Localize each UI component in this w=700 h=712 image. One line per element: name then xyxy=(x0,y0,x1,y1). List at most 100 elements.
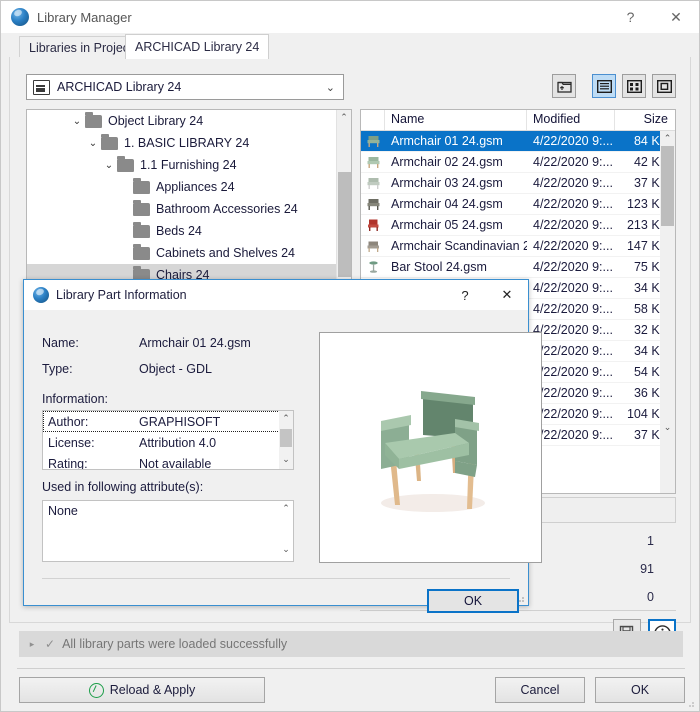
scroll-down-icon[interactable]: ⌄ xyxy=(279,452,293,467)
close-icon[interactable]: ✕ xyxy=(653,1,699,33)
armchair-icon xyxy=(361,176,385,190)
help-icon[interactable]: ? xyxy=(444,280,486,310)
scrollbar-thumb[interactable] xyxy=(661,146,674,226)
scrollbar-thumb[interactable] xyxy=(280,429,292,447)
library-counts: 1 91 0 xyxy=(534,527,654,611)
tree-item-appliances-24[interactable]: Appliances 24 xyxy=(27,176,351,198)
scroll-up-icon[interactable]: ⌃ xyxy=(660,131,675,146)
cancel-button[interactable]: Cancel xyxy=(495,677,585,703)
expand-arrow-icon[interactable]: ▸ xyxy=(19,639,45,650)
reload-label: Reload & Apply xyxy=(109,683,196,697)
tab-label: Libraries in Project xyxy=(29,40,133,55)
folder-icon xyxy=(133,221,150,238)
row-modified: 4/22/2020 9:... xyxy=(533,197,613,211)
tab-libraries-in-project[interactable]: Libraries in Project xyxy=(19,36,143,58)
count-value: 91 xyxy=(640,562,654,576)
row-name: Armchair Scandinavian 24.gsm xyxy=(391,239,527,253)
scroll-up-icon[interactable]: ⌃ xyxy=(279,411,293,426)
name-value: Armchair 01 24.gsm xyxy=(139,336,251,350)
column-modified[interactable]: Modified xyxy=(527,110,615,130)
footer-divider xyxy=(17,668,685,669)
table-row[interactable]: Armchair 05 24.gsm 4/22/2020 9:... 213 K… xyxy=(361,215,675,236)
large-icon-view-icon[interactable] xyxy=(652,74,676,98)
type-value: Object - GDL xyxy=(139,362,212,376)
armchair-icon xyxy=(361,155,385,169)
tree-items: ⌄ Object Library 24 ⌄ 1. BASIC LIBRARY 2… xyxy=(27,110,351,286)
list-item[interactable]: License: Attribution 4.0 xyxy=(43,432,293,453)
information-list[interactable]: Author: GRAPHISOFT License: Attribution … xyxy=(42,410,294,470)
table-row[interactable]: Armchair 01 24.gsm 4/22/2020 9:... 84 KB xyxy=(361,131,675,152)
table-row[interactable]: Armchair 02 24.gsm 4/22/2020 9:... 42 KB xyxy=(361,152,675,173)
view-toolbar xyxy=(552,74,676,98)
column-size[interactable]: Size xyxy=(615,110,675,130)
twisty-icon[interactable]: ⌄ xyxy=(69,116,85,127)
tab-archicad-library-24[interactable]: ARCHICAD Library 24 xyxy=(125,34,270,59)
information-scrollbar[interactable]: ⌃ ⌄ xyxy=(279,411,293,469)
count-value: 0 xyxy=(647,590,654,604)
tree-item-object-library-24[interactable]: ⌄ Object Library 24 xyxy=(27,110,351,132)
tree-item-bathroom-accessories-24[interactable]: Bathroom Accessories 24 xyxy=(27,198,351,220)
table-row[interactable]: Armchair 03 24.gsm 4/22/2020 9:... 37 KB xyxy=(361,173,675,194)
table-row[interactable]: Armchair Scandinavian 24.gsm 4/22/2020 9… xyxy=(361,236,675,257)
grid-view-icon[interactable] xyxy=(622,74,646,98)
reload-icon xyxy=(88,682,104,698)
library-select-value: ARCHICAD Library 24 xyxy=(57,80,182,94)
help-icon[interactable]: ? xyxy=(608,1,653,33)
tree-item-basic-library-24[interactable]: ⌄ 1. BASIC LIBRARY 24 xyxy=(27,132,351,154)
scroll-down-icon[interactable]: ⌄ xyxy=(279,542,293,557)
ok-button[interactable]: OK xyxy=(595,677,685,703)
row-name: Armchair 01 24.gsm xyxy=(391,134,503,148)
tree-item-label: Appliances 24 xyxy=(156,180,235,194)
library-icon xyxy=(33,79,50,95)
scroll-down-icon[interactable]: ⌄ xyxy=(660,420,675,435)
resize-grip[interactable] xyxy=(686,699,695,708)
dialog-title: Library Part Information xyxy=(56,288,187,302)
row-modified: 4/22/2020 9:... xyxy=(533,239,613,253)
status-bar[interactable]: ▸ ✓ All library parts were loaded succes… xyxy=(19,631,683,657)
tree-item-label: 1.1 Furnishing 24 xyxy=(140,158,237,172)
library-part-information-dialog: Library Part Information ? ✕ Name: Armch… xyxy=(23,279,542,613)
table-row[interactable]: Armchair 04 24.gsm 4/22/2020 9:... 123 K… xyxy=(361,194,675,215)
window-titlebar: Library Manager ? ✕ xyxy=(1,1,699,33)
info-value: Not available xyxy=(139,456,212,470)
tree-item-beds-24[interactable]: Beds 24 xyxy=(27,220,351,242)
type-label: Type: xyxy=(42,362,73,376)
archicad-app-icon xyxy=(11,8,29,26)
scroll-up-icon[interactable]: ⌃ xyxy=(279,501,293,516)
tree-item-label: Beds 24 xyxy=(156,224,202,238)
library-select-combo[interactable]: ARCHICAD Library 24 ⌄ xyxy=(26,74,344,100)
tree-item-cabinets-and-shelves-24[interactable]: Cabinets and Shelves 24 xyxy=(27,242,351,264)
list-view-icon[interactable] xyxy=(592,74,616,98)
list-scrollbar[interactable]: ⌃ ⌄ xyxy=(660,131,675,493)
column-name[interactable]: Name xyxy=(385,110,527,130)
twisty-icon[interactable]: ⌄ xyxy=(85,138,101,149)
chevron-down-icon: ⌄ xyxy=(325,81,335,94)
tree-item-furnishing-24[interactable]: ⌄ 1.1 Furnishing 24 xyxy=(27,154,351,176)
table-row[interactable]: Bar Stool 24.gsm 4/22/2020 9:... 75 KB xyxy=(361,257,675,278)
used-in-attributes-label: Used in following attribute(s): xyxy=(42,480,204,494)
twisty-icon[interactable]: ⌄ xyxy=(101,160,117,171)
row-modified: 4/22/2020 9:... xyxy=(533,281,613,295)
used-value: None xyxy=(48,504,78,518)
up-one-level-icon[interactable] xyxy=(552,74,576,98)
dialog-resize-grip[interactable] xyxy=(517,595,525,603)
dialog-body: Name: Armchair 01 24.gsm Type: Object - … xyxy=(24,310,542,613)
close-icon[interactable]: ✕ xyxy=(486,280,528,310)
armchair-icon xyxy=(361,197,385,211)
list-item[interactable]: Rating: Not available xyxy=(43,453,293,470)
focus-outline xyxy=(43,411,280,432)
used-in-attributes-list[interactable]: None ⌃ ⌄ xyxy=(42,500,294,562)
tabstrip: Libraries in Project ARCHICAD Library 24 xyxy=(1,33,699,59)
count-value: 1 xyxy=(647,534,654,548)
dialog-window-controls: ? ✕ xyxy=(444,280,528,310)
status-message: All library parts were loaded successful… xyxy=(62,637,288,651)
reload-and-apply-button[interactable]: Reload & Apply xyxy=(19,677,265,703)
folder-icon xyxy=(85,111,102,128)
library-manager-window: Library Manager ? ✕ Libraries in Project… xyxy=(0,0,700,712)
window-controls: ? ✕ xyxy=(608,1,699,33)
scroll-up-icon[interactable]: ⌃ xyxy=(337,110,351,125)
dialog-ok-button[interactable]: OK xyxy=(427,589,519,613)
scrollbar-thumb[interactable] xyxy=(338,172,351,277)
tab-label: ARCHICAD Library 24 xyxy=(135,40,260,54)
used-scrollbar[interactable]: ⌃ ⌄ xyxy=(279,501,293,561)
